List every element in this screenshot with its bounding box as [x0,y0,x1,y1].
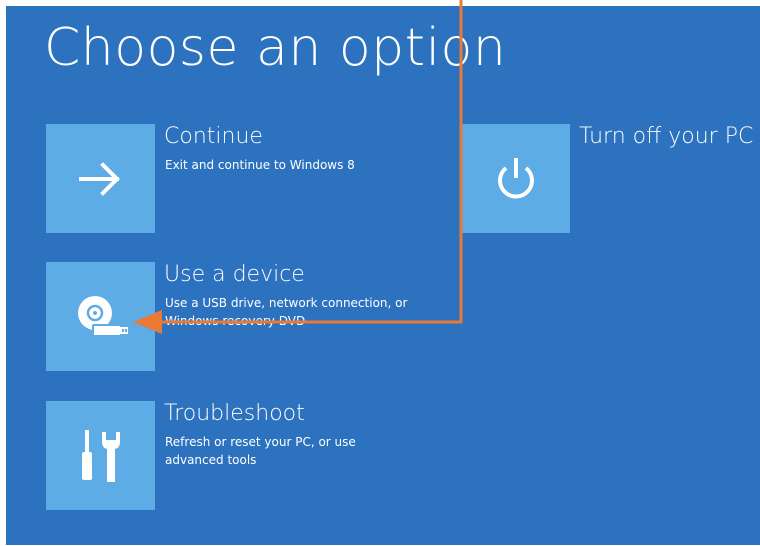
continue-option[interactable]: Continue Exit and continue to Windows 8 [46,124,426,233]
turn-off-option[interactable]: Turn off your PC [461,124,756,233]
tools-icon [81,429,120,482]
turn-off-tile[interactable] [461,124,570,233]
troubleshoot-option[interactable]: Troubleshoot Refresh or reset your PC, o… [46,401,426,510]
arrow-right-icon [78,161,120,196]
use-a-device-option[interactable]: Use a device Use a USB drive, network co… [46,262,426,371]
continue-label: Continue [164,124,263,149]
use-a-device-label: Use a device [164,262,305,287]
troubleshoot-label: Troubleshoot [164,401,305,426]
continue-tile[interactable] [46,124,155,233]
continue-description: Exit and continue to Windows 8 [165,158,355,172]
recovery-screen: Choose an option Continue Exit and conti… [6,6,760,545]
use-a-device-tile[interactable] [46,262,155,371]
device-disc-usb-icon [77,295,128,337]
page-title: Choose an option [44,18,507,78]
troubleshoot-description: Refresh or reset your PC, or use advance… [165,435,356,467]
turn-off-label: Turn off your PC [579,124,754,149]
use-a-device-description: Use a USB drive, network connection, or … [165,296,408,328]
troubleshoot-tile[interactable] [46,401,155,510]
power-icon [497,157,534,198]
